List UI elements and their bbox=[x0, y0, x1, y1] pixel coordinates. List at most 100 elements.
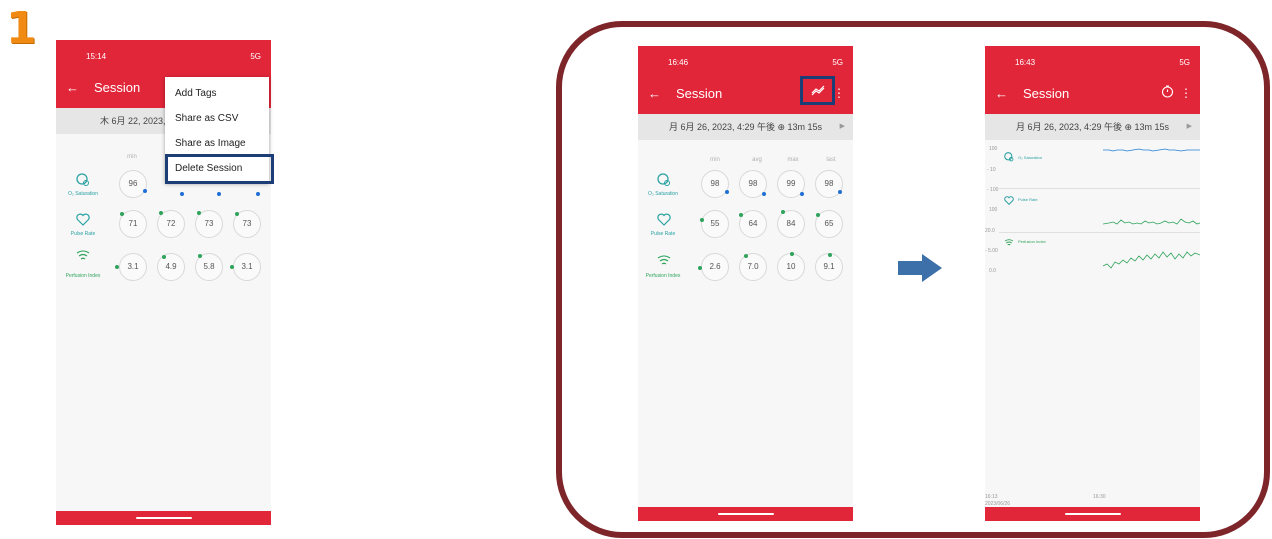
menu-item-add-tags[interactable]: Add Tags bbox=[175, 88, 217, 99]
status-bar: 15:14 5G bbox=[56, 40, 271, 70]
nav-bar bbox=[56, 511, 271, 525]
status-bar: 16:46 5G bbox=[638, 46, 853, 76]
value-dot bbox=[143, 189, 147, 193]
menu-item-share-image[interactable]: Share as Image bbox=[175, 138, 246, 149]
status-bar: 16:43 5G bbox=[985, 46, 1200, 76]
page-title: Session bbox=[676, 86, 723, 101]
spo2-chart-line bbox=[1103, 148, 1200, 152]
value-dot bbox=[120, 212, 124, 216]
value-dot bbox=[217, 192, 221, 196]
value-dot bbox=[781, 210, 785, 214]
y-tick: 20.0 bbox=[985, 228, 995, 234]
session-date: 月 6月 26, 2023, 4:29 午後 ⊕ 13m 15s bbox=[1015, 122, 1170, 132]
screen-session-charts: 16:43 5G ← Session ⋮ 月 6月 26, 2023, 4:29… bbox=[985, 46, 1200, 521]
step-number: 1 bbox=[6, 3, 37, 54]
perfusion-icon bbox=[1003, 236, 1015, 250]
chart-title-spo2: O₂ Saturation bbox=[1018, 155, 1043, 160]
page-title: Session bbox=[94, 80, 141, 95]
y-tick: 100 bbox=[989, 146, 998, 152]
home-indicator[interactable] bbox=[717, 513, 774, 515]
nav-bar bbox=[985, 507, 1200, 521]
value-dot bbox=[838, 190, 842, 194]
value-dot bbox=[744, 254, 748, 258]
value-dot bbox=[739, 213, 743, 217]
value-dot bbox=[256, 192, 260, 196]
perfusion-chart-line bbox=[1103, 251, 1200, 269]
screen-session-summary: 16:46 5G ← Session ⋮ 月 6月 26, 2023, 4:29… bbox=[638, 46, 853, 521]
y-tick: - 10 bbox=[987, 167, 996, 173]
metric-label-pulse: Pulse Rate bbox=[70, 231, 96, 237]
session-date: 月 6月 26, 2023, 4:29 午後 ⊕ 13m 15s bbox=[668, 122, 823, 132]
spo2-icon bbox=[656, 173, 672, 187]
status-time: 15:14 bbox=[86, 52, 107, 61]
status-signal: 5G bbox=[1179, 58, 1190, 67]
highlight-chart-button bbox=[800, 76, 835, 105]
value-dot bbox=[115, 265, 119, 269]
app-bar: ← Session ⋮ bbox=[985, 76, 1200, 114]
heart-icon bbox=[1003, 194, 1015, 208]
page-title: Session bbox=[1023, 86, 1070, 101]
home-indicator[interactable] bbox=[1064, 513, 1121, 515]
timer-icon[interactable] bbox=[1161, 85, 1174, 101]
value-dot bbox=[725, 190, 729, 194]
y-tick: - 5.00 bbox=[985, 248, 998, 254]
value-dot bbox=[816, 213, 820, 217]
y-tick: 100 bbox=[989, 207, 998, 213]
value-dot bbox=[162, 255, 166, 259]
column-avg: avg bbox=[752, 157, 762, 163]
arrow-left-icon[interactable]: ← bbox=[66, 80, 79, 95]
perfusion-icon bbox=[75, 250, 91, 264]
value-ring: 10 bbox=[777, 253, 805, 281]
value-dot bbox=[197, 211, 201, 215]
value-ring: 3.1 bbox=[119, 253, 147, 281]
more-vert-icon[interactable]: ⋮ bbox=[1180, 86, 1192, 100]
value-ring: 84 bbox=[777, 210, 805, 238]
chart-title-pulse: Pulse Rate bbox=[1018, 197, 1038, 202]
value-dot bbox=[230, 265, 234, 269]
value-ring: 2.6 bbox=[701, 253, 729, 281]
metric-label-perfusion: Perfusion Index bbox=[645, 273, 681, 279]
arrow-left-icon[interactable]: ← bbox=[995, 86, 1008, 101]
y-tick: 0.0 bbox=[989, 268, 996, 274]
value-ring: 55 bbox=[701, 210, 729, 238]
value-ring: 7.0 bbox=[739, 253, 767, 281]
session-date-bar: 月 6月 26, 2023, 4:29 午後 ⊕ 13m 15s ▶ bbox=[985, 114, 1200, 140]
value-dot bbox=[198, 254, 202, 258]
value-dot bbox=[762, 192, 766, 196]
play-icon[interactable]: ▶ bbox=[1187, 114, 1192, 140]
session-date-bar: 月 6月 26, 2023, 4:29 午後 ⊕ 13m 15s ▶ bbox=[638, 114, 853, 140]
column-max: max bbox=[787, 157, 799, 163]
metric-label-spo2: O₂ Saturation bbox=[647, 191, 678, 197]
x-tick: 16:30 bbox=[1093, 494, 1106, 500]
x-tick: 16:13 bbox=[985, 494, 998, 500]
value-dot bbox=[790, 252, 794, 256]
value-ring: 9.1 bbox=[815, 253, 843, 281]
status-time: 16:46 bbox=[668, 58, 689, 67]
value-dot bbox=[698, 266, 702, 270]
value-dot bbox=[828, 253, 832, 257]
heart-icon bbox=[75, 213, 91, 227]
arrow-left-icon[interactable]: ← bbox=[648, 86, 661, 101]
chart-divider bbox=[999, 232, 1200, 233]
value-ring: 96 bbox=[119, 170, 147, 198]
session-date: 木 6月 22, 2023, 6 bbox=[100, 116, 174, 126]
column-min: min bbox=[710, 157, 720, 163]
home-indicator[interactable] bbox=[135, 517, 192, 519]
column-last: last bbox=[826, 157, 836, 163]
play-icon[interactable]: ▶ bbox=[840, 114, 845, 140]
heart-icon bbox=[656, 213, 672, 227]
column-min: min bbox=[127, 154, 137, 160]
value-dot bbox=[700, 218, 704, 222]
chart-divider bbox=[999, 188, 1200, 189]
status-signal: 5G bbox=[832, 58, 843, 67]
arrow-right-icon bbox=[898, 254, 942, 282]
value-dot bbox=[235, 212, 239, 216]
highlight-delete-session bbox=[165, 154, 274, 184]
perfusion-icon bbox=[656, 255, 672, 269]
value-dot bbox=[800, 192, 804, 196]
chart-title-perfusion: Perfusion Index bbox=[1018, 239, 1046, 244]
menu-item-share-csv[interactable]: Share as CSV bbox=[175, 113, 238, 124]
metric-label-spo2: O₂ Saturation bbox=[67, 191, 98, 197]
value-ring: 98 bbox=[701, 170, 729, 198]
y-tick: - 100 bbox=[987, 187, 999, 193]
